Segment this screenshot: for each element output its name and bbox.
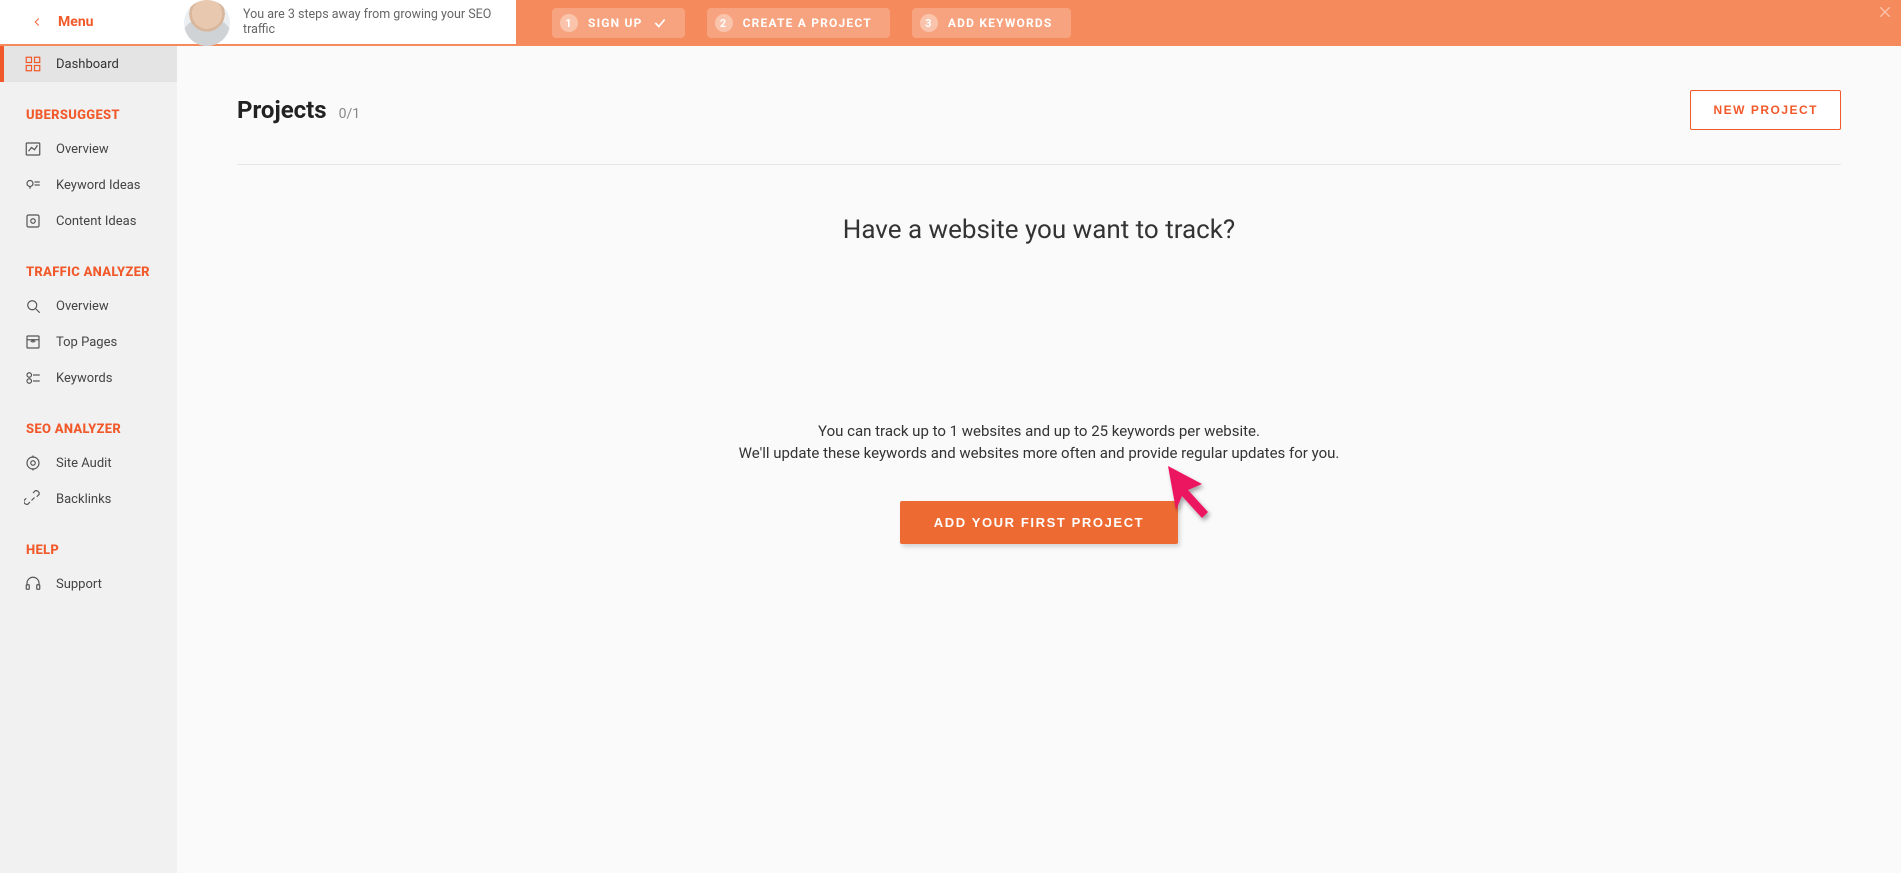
sidebar-item-label: Keyword Ideas xyxy=(56,178,141,193)
new-project-button[interactable]: NEW PROJECT xyxy=(1690,90,1841,130)
pages-icon xyxy=(24,333,42,351)
close-icon xyxy=(1877,4,1893,20)
sidebar: Dashboard UBERSUGGEST Overview Keyword I… xyxy=(0,46,177,873)
content-icon xyxy=(24,212,42,230)
link-icon xyxy=(24,490,42,508)
sidebar-item-label: Keywords xyxy=(56,371,112,386)
support-icon xyxy=(24,575,42,593)
sidebar-item-content-ideas[interactable]: Content Ideas xyxy=(4,203,177,239)
step-label: SIGN UP xyxy=(588,16,643,30)
sidebar-item-label: Overview xyxy=(56,142,109,157)
step-create-project[interactable]: 2 CREATE A PROJECT xyxy=(707,8,890,38)
sidebar-item-keywords[interactable]: Keywords xyxy=(4,360,177,396)
sidebar-item-label: Site Audit xyxy=(56,456,112,471)
sidebar-item-label: Content Ideas xyxy=(56,214,136,229)
empty-description: You can track up to 1 websites and up to… xyxy=(237,421,1841,465)
sidebar-item-keyword-ideas[interactable]: Keyword Ideas xyxy=(4,167,177,203)
projects-title-wrap: Projects 0/1 xyxy=(237,96,360,124)
step-label: ADD KEYWORDS xyxy=(948,16,1053,30)
divider xyxy=(237,164,1841,165)
step-sign-up[interactable]: 1 SIGN UP xyxy=(552,8,685,38)
sidebar-item-top-pages[interactable]: Top Pages xyxy=(4,324,177,360)
projects-header: Projects 0/1 NEW PROJECT xyxy=(237,90,1841,130)
page-title: Projects xyxy=(237,96,327,124)
sidebar-heading-traffic: TRAFFIC ANALYZER xyxy=(4,239,177,288)
sidebar-item-label: Dashboard xyxy=(56,57,119,72)
step-number: 2 xyxy=(715,14,733,32)
step-label: CREATE A PROJECT xyxy=(743,16,872,30)
step-number: 3 xyxy=(920,14,938,32)
onboarding-topbar: Menu You are 3 steps away from growing y… xyxy=(0,0,1901,46)
audit-icon xyxy=(24,454,42,472)
bulb-icon xyxy=(24,176,42,194)
chevron-left-icon xyxy=(30,15,44,29)
avatar-wrap xyxy=(177,0,237,46)
check-icon xyxy=(653,16,667,30)
empty-heading: Have a website you want to track? xyxy=(237,215,1841,245)
sidebar-heading-help: HELP xyxy=(4,517,177,566)
empty-state: Have a website you want to track? You ca… xyxy=(237,215,1841,544)
onboarding-message: You are 3 steps away from growing your S… xyxy=(243,0,516,44)
dashboard-icon xyxy=(24,55,42,73)
sidebar-item-label: Support xyxy=(56,577,102,592)
sidebar-item-label: Backlinks xyxy=(56,492,111,507)
menu-back-button[interactable]: Menu xyxy=(0,0,177,44)
menu-label: Menu xyxy=(58,14,94,30)
sidebar-item-support[interactable]: Support xyxy=(4,566,177,602)
step-add-keywords[interactable]: 3 ADD KEYWORDS xyxy=(912,8,1071,38)
sidebar-item-label: Overview xyxy=(56,299,109,314)
sidebar-item-backlinks[interactable]: Backlinks xyxy=(4,481,177,517)
sidebar-item-label: Top Pages xyxy=(56,335,117,350)
sidebar-heading-seo: SEO ANALYZER xyxy=(4,396,177,445)
sidebar-item-traffic-overview[interactable]: Overview xyxy=(4,288,177,324)
projects-count: 0/1 xyxy=(339,106,361,122)
main-content: Projects 0/1 NEW PROJECT Have a website … xyxy=(177,46,1901,873)
chart-icon xyxy=(24,140,42,158)
step-number: 1 xyxy=(560,14,578,32)
empty-desc-line: We'll update these keywords and websites… xyxy=(237,443,1841,465)
onboarding-steps: 1 SIGN UP 2 CREATE A PROJECT 3 ADD KEYWO… xyxy=(552,0,1071,46)
sidebar-item-site-audit[interactable]: Site Audit xyxy=(4,445,177,481)
sidebar-item-dashboard[interactable]: Dashboard xyxy=(4,46,177,82)
sidebar-heading-ubersuggest: UBERSUGGEST xyxy=(4,82,177,131)
keywords-icon xyxy=(24,369,42,387)
add-first-project-button[interactable]: ADD YOUR FIRST PROJECT xyxy=(900,501,1178,544)
avatar xyxy=(184,0,230,46)
close-onboarding-button[interactable] xyxy=(1875,2,1895,22)
topbar-left-panel: Menu You are 3 steps away from growing y… xyxy=(0,0,516,46)
magnify-icon xyxy=(24,297,42,315)
empty-desc-line: You can track up to 1 websites and up to… xyxy=(237,421,1841,443)
sidebar-item-overview[interactable]: Overview xyxy=(4,131,177,167)
